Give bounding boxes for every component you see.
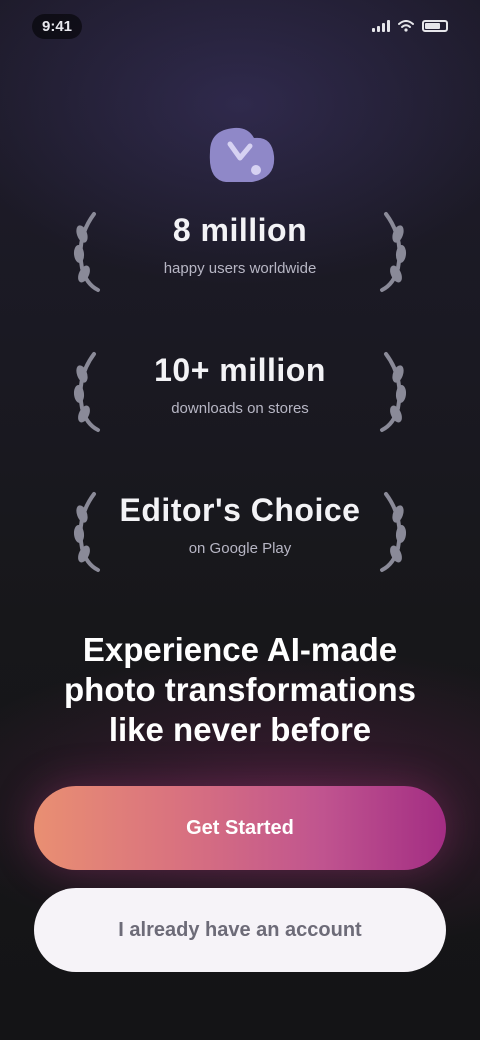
stat-users: 8 million happy users worldwide <box>70 200 410 300</box>
app-logo-icon <box>209 127 275 182</box>
status-time: 9:41 <box>42 17 73 35</box>
stat-value: 10+ million <box>154 352 326 388</box>
stat-caption: downloads on stores <box>171 400 309 417</box>
status-icons <box>372 20 448 32</box>
laurel-icon <box>73 492 100 572</box>
headline: Experience AI-made photo transformations… <box>64 631 416 748</box>
wifi-icon <box>398 20 414 32</box>
onboarding-screen: 9:41 8 million happy users worldwide 10+… <box>0 0 480 1040</box>
stat-award: Editor's Choice on Google Play <box>70 480 410 580</box>
laurel-icon <box>73 212 100 292</box>
stat-caption: happy users worldwide <box>163 260 317 277</box>
laurel-icon <box>380 492 407 572</box>
stat-value: Editor's Choice <box>119 492 361 528</box>
laurel-icon <box>73 352 100 432</box>
get-started-button[interactable]: Get Started <box>34 786 446 870</box>
laurel-icon <box>380 212 407 292</box>
stat-downloads: 10+ million downloads on stores <box>70 340 410 440</box>
status-bar: 9:41 <box>0 0 480 52</box>
sign-in-button[interactable]: I already have an account <box>34 888 446 972</box>
stat-value: 8 million <box>172 212 308 248</box>
battery-icon <box>422 20 448 32</box>
laurel-icon <box>380 352 407 432</box>
stat-caption: on Google Play <box>188 540 292 557</box>
signal-icon <box>372 20 390 32</box>
status-time-pill: 9:41 <box>32 13 83 39</box>
